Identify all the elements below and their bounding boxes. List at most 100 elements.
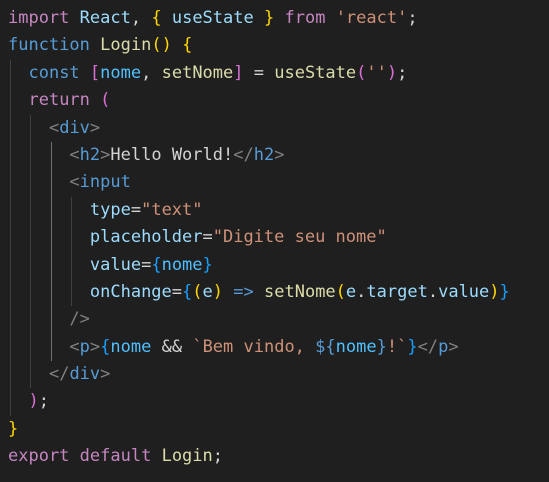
code-token: h2	[79, 144, 101, 165]
indent-guide	[71, 224, 73, 252]
code-token: </	[417, 336, 439, 357]
code-token: }	[8, 418, 19, 439]
code-token: }	[263, 8, 275, 28]
code-token: placeholder	[89, 227, 203, 248]
code-token: </	[233, 144, 254, 165]
indent-guide	[10, 59, 11, 88]
code-token: ''	[366, 62, 387, 83]
code-token: ${	[315, 336, 336, 357]
code-token: {	[151, 254, 162, 275]
code-token: function	[8, 35, 90, 56]
indent-guide	[30, 224, 32, 252]
indent-guide	[50, 224, 52, 252]
code-token: =	[141, 254, 152, 275]
indent-guide	[71, 196, 73, 225]
indent-guide	[30, 278, 32, 307]
code-token: <	[69, 336, 80, 357]
code-token: ]	[233, 62, 244, 83]
code-token: <	[48, 117, 60, 138]
code-token: "text"	[141, 199, 203, 220]
indent-guide	[30, 196, 32, 225]
code-token: nome	[100, 62, 142, 83]
indent-guide	[10, 251, 11, 279]
code-token: useState	[171, 8, 254, 28]
code-line: const [nome, setNome] = useState('');	[0, 59, 549, 88]
code-line: export default Login;	[0, 443, 549, 470]
code-token: value	[438, 281, 490, 302]
code-line: import React, { useState } from 'react';	[0, 5, 549, 32]
code-token: )	[386, 62, 398, 83]
code-line: value={nome}	[0, 251, 549, 279]
code-line: />	[0, 306, 549, 334]
code-line: return (	[0, 87, 549, 115]
indent-guide	[50, 278, 52, 307]
code-token: {	[100, 336, 111, 357]
code-token: )	[28, 391, 39, 412]
code-token: value	[89, 254, 142, 275]
code-token: type	[89, 199, 131, 220]
code-token: >	[100, 144, 111, 165]
code-token: }	[202, 254, 213, 275]
code-line: function Login() {	[0, 32, 549, 59]
code-token: >	[89, 336, 101, 357]
code-token: ,	[130, 8, 152, 28]
indent-guide	[30, 251, 32, 279]
code-line: <h2>Hello World!</h2>	[0, 141, 549, 170]
code-token: >	[89, 117, 101, 138]
indent-guide	[30, 114, 32, 142]
code-token: >	[100, 364, 111, 385]
indent-guide	[10, 87, 11, 115]
code-token: </	[48, 364, 70, 385]
code-token: {	[182, 35, 193, 56]
code-token: (	[100, 90, 111, 111]
code-token: =	[243, 62, 275, 83]
code-line: <p>{nome && `Bem vindo, ${nome}!`}</p>	[0, 333, 549, 362]
code-token: ,	[141, 62, 162, 83]
code-token: Login	[100, 35, 152, 56]
indent-guide	[30, 333, 32, 362]
indent-guide	[50, 306, 52, 334]
indent-guide	[10, 114, 11, 142]
code-token: }	[407, 336, 418, 357]
code-line: }	[0, 416, 549, 443]
code-token: target	[366, 281, 428, 302]
code-token: nome	[335, 336, 377, 357]
code-token: <	[69, 144, 80, 165]
code-token: React	[79, 8, 131, 28]
code-token: from	[284, 8, 326, 28]
code-token: "Digite seu nome"	[212, 227, 387, 248]
indent-guide	[10, 169, 11, 197]
code-token: (	[335, 281, 346, 302]
indent-guide	[10, 388, 11, 416]
code-token: =	[202, 227, 213, 248]
indent-guide	[30, 141, 32, 170]
indent-guide	[10, 141, 11, 170]
code-token: input	[79, 172, 131, 193]
code-token: }	[499, 281, 510, 302]
indent-guide	[30, 306, 32, 334]
code-token: (	[356, 62, 367, 83]
code-token: e	[202, 281, 213, 302]
code-editor[interactable]: import React, { useState } from 'react';…	[0, 0, 549, 482]
indent-guide	[50, 196, 52, 225]
code-token: )	[489, 281, 500, 302]
code-token: export	[8, 446, 70, 467]
indent-guide	[10, 196, 11, 225]
indent-guide	[10, 224, 11, 252]
code-token: setNome	[161, 62, 234, 83]
